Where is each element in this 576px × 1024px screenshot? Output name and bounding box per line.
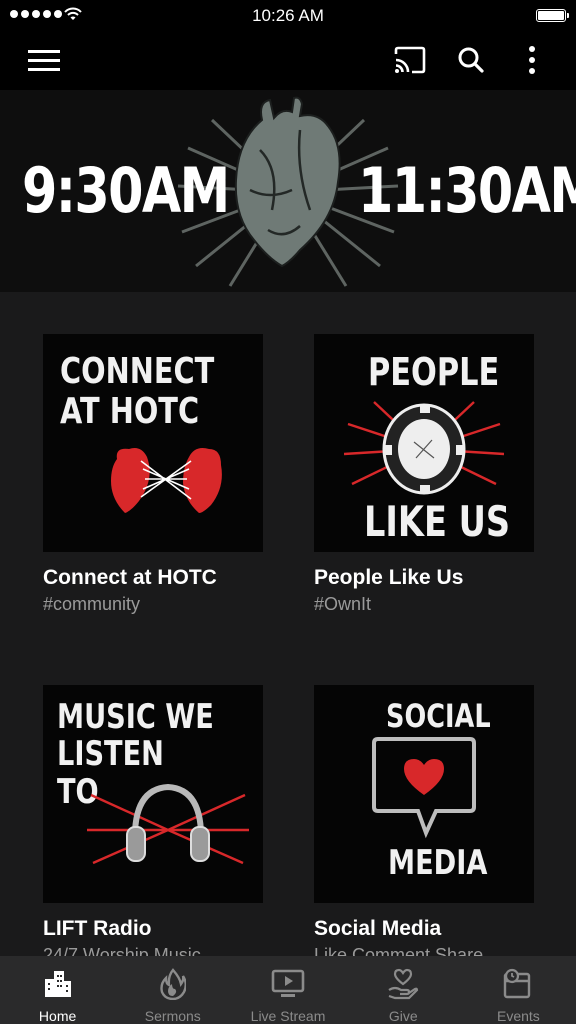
tab-label: Give xyxy=(388,1008,418,1024)
card-subtitle: #OwnIt xyxy=(314,594,372,614)
tab-sermons[interactable]: Sermons xyxy=(115,956,230,1024)
image-caption: AT HOTC xyxy=(60,390,200,432)
tab-live-stream[interactable]: Live Stream xyxy=(230,956,345,1024)
image-caption: CONNECT xyxy=(60,351,215,392)
heart-speech-bubble-icon xyxy=(372,737,476,839)
card-people-like-us[interactable]: PEOPLE LIKE US People Like Us #OwnIt xyxy=(314,334,534,615)
flame-icon xyxy=(160,968,186,1000)
tab-label: Sermons xyxy=(144,1008,201,1024)
hamburger-icon xyxy=(28,50,60,71)
service-times-banner[interactable]: 9:30AM 11:30AM xyxy=(0,90,576,292)
card-image: MUSIC WE LISTEN TO xyxy=(43,685,263,903)
card-image: PEOPLE LIKE US xyxy=(314,334,534,552)
two-hearts-icon xyxy=(111,448,222,513)
image-caption: PEOPLE xyxy=(368,350,500,394)
card-image: SOCIAL MEDIA xyxy=(314,685,534,903)
heart-hand-icon xyxy=(388,968,419,1000)
status-bar: 10:26 AM xyxy=(0,0,576,30)
image-caption: SOCIAL xyxy=(386,697,491,735)
card-subtitle: 24/7 Worship Music xyxy=(43,945,201,956)
card-image: CONNECT AT HOTC xyxy=(43,334,263,552)
card-subtitle: #community xyxy=(43,594,141,614)
card-title: Social Media xyxy=(314,917,442,940)
tab-home[interactable]: Home xyxy=(0,956,115,1024)
bottom-tab-bar: Home Sermons Live Stream Give Events xyxy=(0,956,576,1024)
headphones-icon xyxy=(87,783,249,865)
tab-label: Home xyxy=(38,1008,77,1024)
card-title: LIFT Radio xyxy=(43,917,152,940)
poker-chip-icon xyxy=(344,401,504,495)
tab-events[interactable]: Events xyxy=(461,956,576,1024)
card-social-media[interactable]: SOCIAL MEDIA Social Media Like Comment S… xyxy=(314,685,534,956)
first-service-time: 9:30AM xyxy=(22,154,230,227)
content-grid: CONNECT AT HOTC Connect at HOTC #communi… xyxy=(0,292,576,956)
more-vertical-icon xyxy=(529,46,535,74)
tab-label: Live Stream xyxy=(250,1008,326,1024)
search-button[interactable] xyxy=(451,40,491,80)
search-icon xyxy=(458,47,484,73)
app-bar xyxy=(0,30,576,90)
tv-play-icon xyxy=(271,969,305,997)
second-service-time: 11:30AM xyxy=(358,154,576,227)
card-title: Connect at HOTC xyxy=(43,566,217,589)
menu-button[interactable] xyxy=(24,40,64,80)
calendar-clock-icon xyxy=(504,968,531,999)
image-caption: MUSIC WE xyxy=(57,697,214,737)
tab-label: Events xyxy=(497,1008,540,1024)
image-caption: MEDIA xyxy=(388,843,488,883)
tab-give[interactable]: Give xyxy=(346,956,461,1024)
cast-icon xyxy=(394,46,426,74)
buildings-icon xyxy=(44,971,71,997)
battery-icon xyxy=(536,9,569,22)
card-connect-at-hotc[interactable]: CONNECT AT HOTC Connect at HOTC #communi… xyxy=(43,334,263,615)
more-options-button[interactable] xyxy=(512,40,552,80)
cast-button[interactable] xyxy=(390,40,430,80)
card-subtitle: Like Comment Share xyxy=(314,945,484,956)
status-time: 10:26 AM xyxy=(252,6,324,25)
card-lift-radio[interactable]: MUSIC WE LISTEN TO LIFT Radio 24/7 Worsh… xyxy=(43,685,263,956)
image-caption: LISTEN xyxy=(57,734,164,775)
card-title: People Like Us xyxy=(314,566,464,589)
image-caption: LIKE US xyxy=(364,497,511,546)
